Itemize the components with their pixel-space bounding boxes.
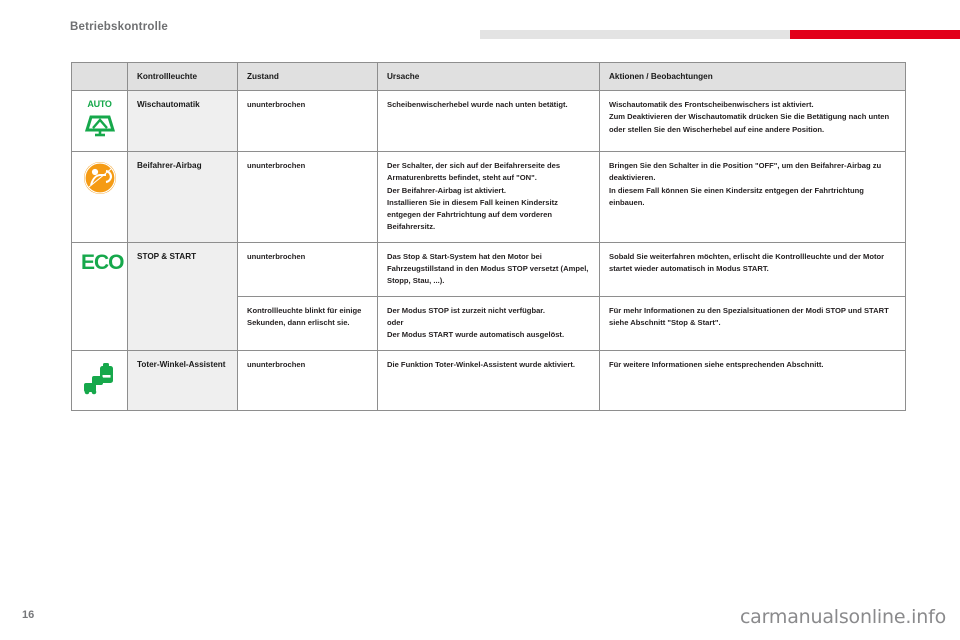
- cause-paragraph: Scheibenwischerhebel wurde nach unten be…: [387, 100, 568, 109]
- control-lamp-table: Kontrollleuchte Zustand Ursache Aktionen…: [71, 62, 906, 411]
- lamp-cause-cell: Der Schalter, der sich auf der Beifahrer…: [377, 151, 600, 243]
- auto-wiper-icon: AUTO: [83, 99, 117, 139]
- warning-lamp-name-cell: Wischautomatik: [127, 90, 238, 152]
- lamp-state-cell: Kontrollleuchte blinkt für einige Sekund…: [237, 295, 378, 351]
- lamp-cause-cell: Scheibenwischerhebel wurde nach unten be…: [377, 90, 600, 152]
- cause-paragraph: oder: [387, 317, 404, 327]
- header-rule-grey-segment: [480, 30, 790, 39]
- header-rule: [480, 30, 960, 39]
- cause-paragraph: Der Modus STOP ist zurzeit nicht verfügb…: [387, 305, 545, 315]
- warning-lamp-icon-cell: [71, 151, 128, 243]
- control-lamp-table-wrapper: Kontrollleuchte Zustand Ursache Aktionen…: [71, 62, 906, 411]
- action-paragraph: Wischautomatik des Frontscheibenwischers…: [609, 100, 814, 109]
- page-title: Betriebskontrolle: [70, 21, 168, 33]
- lamp-state-cell: ununterbrochen: [237, 349, 378, 411]
- table-row: ECO STOP & START ununterbrochen Das Stop & …: [71, 241, 906, 351]
- cause-paragraph: Das Stop & Start-System hat den Motor be…: [387, 251, 589, 286]
- blind-spot-icon: [81, 359, 119, 397]
- action-paragraph: In diesem Fall können Sie einen Kindersi…: [609, 185, 864, 207]
- table-row: Beifahrer-Airbag ununterbrochen Der Schalt…: [71, 151, 906, 243]
- action-paragraph: Zum Deaktivieren der Wischautomatik drüc…: [609, 112, 890, 134]
- header-rule-red-segment: [790, 30, 960, 39]
- lamp-state-cell: ununterbrochen: [237, 241, 378, 297]
- lamp-cause-cell: Der Modus STOP ist zurzeit nicht verfügb…: [377, 295, 600, 351]
- action-paragraph: Bringen Sie den Schalter in die Position…: [609, 161, 882, 183]
- lamp-cause-cell: Das Stop & Start-System hat den Motor be…: [377, 241, 600, 297]
- passenger-airbag-icon: [82, 160, 118, 196]
- lamp-state-cell: ununterbrochen: [237, 151, 378, 243]
- cause-paragraph: Installieren Sie in diesem Fall keinen K…: [387, 197, 558, 232]
- cause-paragraph: Der Modus START wurde automatisch ausgel…: [387, 330, 565, 340]
- page-number: 16: [22, 609, 35, 621]
- cause-paragraph: Der Schalter, der sich auf der Beifahrer…: [387, 161, 561, 183]
- column-header-ursache: Ursache: [377, 62, 600, 91]
- lamp-cause-cell: Die Funktion Toter-Winkel-Assistent wurd…: [377, 349, 600, 411]
- table-row: Toter-Winkel-Assistent ununterbrochen Die …: [71, 349, 906, 411]
- lamp-action-cell: Für weitere Informationen siehe entsprec…: [599, 349, 906, 411]
- cause-paragraph: Der Beifahrer-Airbag ist aktiviert.: [387, 185, 507, 195]
- cause-paragraph: Die Funktion Toter-Winkel-Assistent wurd…: [387, 359, 575, 369]
- column-header-zustand: Zustand: [237, 62, 378, 91]
- action-paragraph: Für weitere Informationen siehe entsprec…: [609, 359, 824, 369]
- eco-icon: ECO: [81, 250, 125, 274]
- table-header-row: Kontrollleuchte Zustand Ursache Aktionen…: [71, 62, 906, 91]
- lamp-action-cell: Wischautomatik des Frontscheibenwischers…: [599, 90, 906, 152]
- warning-lamp-icon-cell: [71, 349, 128, 411]
- column-header-aktionen: Aktionen / Beobachtungen: [599, 62, 906, 91]
- warning-lamp-name-cell: Beifahrer-Airbag: [127, 151, 238, 243]
- table-body: AUTO Wischautomatik ununterbrochen Scheiben…: [71, 90, 906, 411]
- lamp-action-cell: Sobald Sie weiterfahren möchten, erlisch…: [599, 241, 906, 297]
- lamp-state-cell: ununterbrochen: [237, 90, 378, 152]
- action-paragraph: Sobald Sie weiterfahren möchten, erlisch…: [609, 251, 885, 274]
- lamp-action-cell: Bringen Sie den Schalter in die Position…: [599, 151, 906, 243]
- warning-lamp-name-cell: Toter-Winkel-Assistent: [127, 349, 238, 411]
- column-header-kontrollleuchte: Kontrollleuchte: [127, 62, 238, 91]
- manual-page: Betriebskontrolle Kontrollleuchte Zustan…: [0, 0, 960, 640]
- warning-lamp-name-cell: STOP & START: [127, 241, 238, 351]
- warning-lamp-icon-cell: AUTO: [71, 90, 128, 152]
- action-paragraph: Für mehr Informationen zu den Spezialsit…: [609, 305, 889, 327]
- table-header: Kontrollleuchte Zustand Ursache Aktionen…: [71, 62, 906, 91]
- column-header-icon: [71, 62, 128, 91]
- lamp-action-cell: Für mehr Informationen zu den Spezialsit…: [599, 295, 906, 351]
- site-watermark: carmanualsonline.info: [739, 606, 946, 628]
- warning-lamp-icon-cell: ECO: [71, 241, 128, 351]
- table-row: AUTO Wischautomatik ununterbrochen Scheiben…: [71, 90, 906, 152]
